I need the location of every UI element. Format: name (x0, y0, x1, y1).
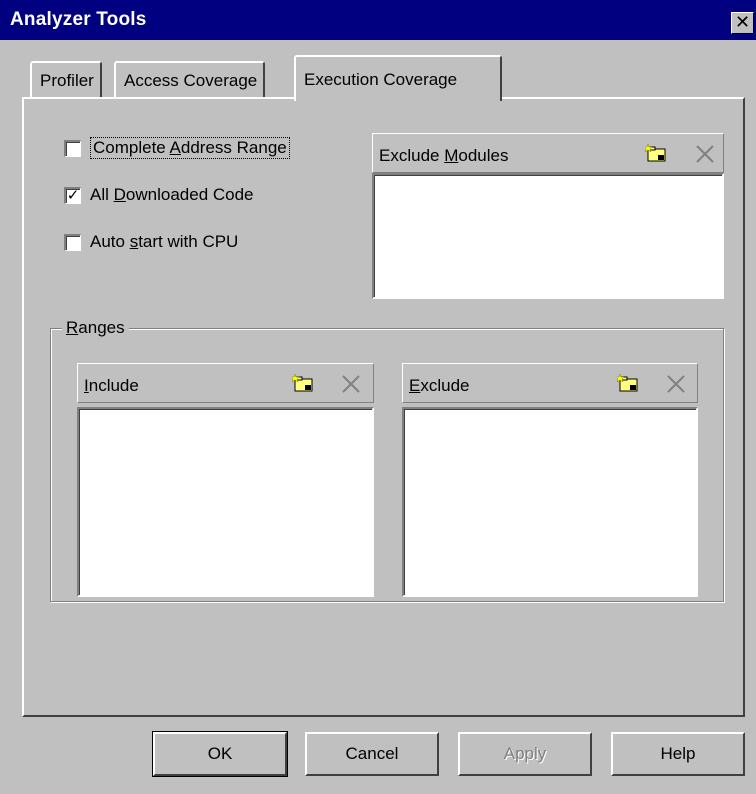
list-header: Exclude Modules (372, 133, 724, 173)
apply-button[interactable]: Apply (458, 732, 592, 776)
list-header: Include (77, 363, 374, 403)
checkbox-label: Complete Address Range (90, 137, 290, 159)
checkbox-box[interactable] (64, 139, 81, 157)
apply-button-label: Apply (503, 744, 547, 763)
tab-label: Profiler (40, 71, 94, 90)
exclude-modules-panel: Exclude Modules (372, 133, 724, 299)
tab-label: Access Coverage (124, 71, 258, 90)
all-downloaded-code-checkbox[interactable]: ✓ All Downloaded Code (64, 185, 254, 205)
checkbox-box[interactable]: ✓ (64, 186, 81, 204)
exclude-ranges-list[interactable] (402, 407, 698, 597)
new-folder-icon[interactable] (645, 144, 667, 162)
close-icon: ✕ (734, 12, 751, 32)
check-mark-icon: ✓ (66, 186, 80, 204)
list-header: Exclude (402, 363, 698, 403)
tab-label: Execution Coverage (304, 70, 458, 89)
new-folder-icon[interactable] (617, 374, 639, 392)
checkbox-label: All Downloaded Code (90, 185, 254, 204)
cancel-button-label: Cancel (345, 744, 399, 763)
complete-address-range-checkbox[interactable]: Complete Address Range (64, 137, 290, 159)
tab-profiler[interactable]: Profiler (30, 61, 102, 98)
new-folder-icon[interactable] (292, 374, 314, 392)
help-button-label: Help (660, 744, 696, 763)
close-button[interactable]: ✕ (731, 12, 754, 34)
exclude-label: Exclude (409, 376, 470, 395)
include-ranges-list[interactable] (77, 407, 374, 597)
delete-x-icon[interactable] (341, 374, 361, 394)
cancel-button[interactable]: Cancel (305, 732, 439, 776)
include-label: Include (84, 376, 139, 395)
auto-start-with-cpu-checkbox[interactable]: Auto start with CPU (64, 232, 238, 252)
checkbox-label: Auto start with CPU (90, 232, 239, 251)
window-title: Analyzer Tools (10, 9, 147, 30)
tab-access-coverage[interactable]: Access Coverage (114, 61, 266, 98)
exclude-modules-label: Exclude Modules (379, 146, 509, 165)
title-bar: Analyzer Tools ✕ (0, 0, 756, 40)
checkbox-box[interactable] (64, 233, 81, 251)
include-ranges-panel: Include (77, 363, 374, 597)
ok-button-label: OK (207, 744, 233, 763)
help-button[interactable]: Help (611, 732, 745, 776)
ok-button[interactable]: OK (152, 731, 288, 777)
exclude-modules-list[interactable] (372, 173, 724, 299)
tab-execution-coverage[interactable]: Execution Coverage (294, 55, 502, 101)
delete-x-icon[interactable] (666, 374, 686, 394)
ranges-label: Ranges (62, 318, 129, 338)
delete-x-icon[interactable] (695, 144, 715, 164)
exclude-ranges-panel: Exclude (402, 363, 698, 597)
